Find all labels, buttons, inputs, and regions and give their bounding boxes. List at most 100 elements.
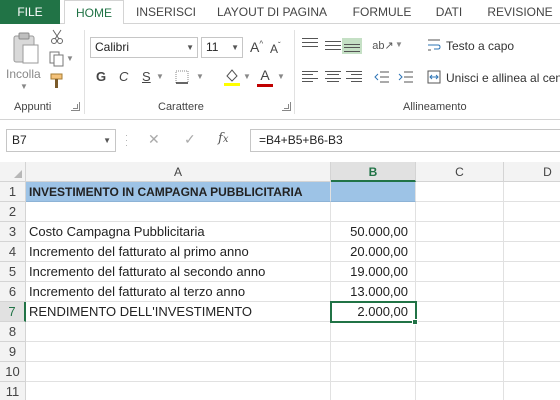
column-header-b[interactable]: B — [331, 162, 416, 182]
cell-c11[interactable] — [416, 382, 504, 400]
row-header-9[interactable]: 9 — [0, 342, 26, 362]
cell-c9[interactable] — [416, 342, 504, 362]
row-header-11[interactable]: 11 — [0, 382, 26, 400]
enter-icon[interactable]: ✓ — [184, 131, 196, 148]
cell-a11[interactable] — [26, 382, 331, 400]
underline-button[interactable]: S — [142, 69, 151, 84]
align-left-icon[interactable] — [302, 71, 318, 82]
align-center-icon[interactable] — [325, 71, 341, 82]
cell-b8[interactable] — [331, 322, 416, 342]
paste-button-label[interactable]: Incolla — [6, 67, 41, 81]
fill-color-icon[interactable] — [222, 66, 242, 88]
cell-b2[interactable] — [331, 202, 416, 222]
cell-d6[interactable] — [504, 282, 560, 302]
cell-b5[interactable]: 19.000,00 — [331, 262, 416, 282]
column-header-a[interactable]: A — [26, 162, 331, 182]
cell-b6[interactable]: 13.000,00 — [331, 282, 416, 302]
cell-c8[interactable] — [416, 322, 504, 342]
column-header-d[interactable]: D — [504, 162, 560, 182]
cell-d11[interactable] — [504, 382, 560, 400]
font-color-dropdown-icon[interactable]: ▼ — [277, 72, 285, 81]
row-header-2[interactable]: 2 — [0, 202, 26, 222]
cell-a3[interactable]: Costo Campagna Pubblicitaria — [26, 222, 331, 242]
row-header-5[interactable]: 5 — [0, 262, 26, 282]
cell-b1[interactable] — [331, 182, 416, 202]
cell-c5[interactable] — [416, 262, 504, 282]
insert-function-icon[interactable]: fx — [218, 131, 228, 146]
copy-icon[interactable] — [48, 50, 66, 68]
row-header-10[interactable]: 10 — [0, 362, 26, 382]
cell-b11[interactable] — [331, 382, 416, 400]
cell-d5[interactable] — [504, 262, 560, 282]
row-header-6[interactable]: 6 — [0, 282, 26, 302]
tab-data[interactable]: DATI — [428, 0, 470, 24]
format-painter-icon[interactable] — [48, 72, 66, 90]
font-launcher-icon[interactable] — [282, 102, 291, 111]
font-name-dropdown[interactable]: Calibri ▼ — [90, 37, 198, 58]
decrease-indent-icon[interactable] — [372, 68, 392, 86]
align-right-icon[interactable] — [346, 71, 362, 82]
cancel-icon[interactable]: ✕ — [148, 131, 160, 148]
fill-color-dropdown-icon[interactable]: ▼ — [243, 72, 251, 81]
cell-d7[interactable] — [504, 302, 560, 322]
cell-a8[interactable] — [26, 322, 331, 342]
copy-dropdown-icon[interactable]: ▼ — [66, 54, 74, 63]
cell-c2[interactable] — [416, 202, 504, 222]
borders-dropdown-icon[interactable]: ▼ — [196, 72, 204, 81]
cell-b7-active[interactable]: 2.000,00 — [330, 301, 417, 323]
cell-d8[interactable] — [504, 322, 560, 342]
cell-a10[interactable] — [26, 362, 331, 382]
tab-review[interactable]: REVISIONE — [482, 0, 558, 24]
font-color-button[interactable]: A — [255, 66, 275, 88]
row-header-4[interactable]: 4 — [0, 242, 26, 262]
borders-icon[interactable] — [170, 68, 194, 86]
cell-c6[interactable] — [416, 282, 504, 302]
column-header-c[interactable]: C — [416, 162, 504, 182]
tab-page-layout[interactable]: LAYOUT DI PAGINA — [210, 0, 334, 24]
cut-icon[interactable] — [48, 28, 66, 46]
underline-dropdown-icon[interactable]: ▼ — [156, 72, 164, 81]
paste-dropdown-icon[interactable]: ▼ — [20, 82, 28, 91]
cell-a9[interactable] — [26, 342, 331, 362]
cell-b10[interactable] — [331, 362, 416, 382]
cell-c1[interactable] — [416, 182, 504, 202]
bold-button[interactable]: G — [96, 69, 106, 84]
row-header-8[interactable]: 8 — [0, 322, 26, 342]
formula-bar-resize-handle[interactable]: · · · — [125, 131, 129, 150]
cell-d3[interactable] — [504, 222, 560, 242]
orientation-dropdown-icon[interactable]: ▼ — [395, 40, 403, 49]
merge-center-button[interactable]: Unisci e allinea al cent — [446, 71, 560, 85]
cell-a4[interactable]: Incremento del fatturato al primo anno — [26, 242, 331, 262]
name-box[interactable]: B7 ▼ — [6, 129, 116, 152]
fill-handle[interactable] — [412, 319, 418, 325]
tab-insert[interactable]: INSERISCI — [128, 0, 204, 24]
cell-d2[interactable] — [504, 202, 560, 222]
clipboard-launcher-icon[interactable] — [71, 102, 80, 111]
italic-button[interactable]: C — [119, 69, 128, 84]
font-size-dropdown[interactable]: 11 ▼ — [201, 37, 243, 58]
cell-d10[interactable] — [504, 362, 560, 382]
tab-formulas[interactable]: FORMULE — [344, 0, 420, 24]
tab-home[interactable]: HOME — [64, 0, 124, 25]
cell-c4[interactable] — [416, 242, 504, 262]
wrap-text-button[interactable]: Testo a capo — [446, 39, 514, 53]
row-header-7[interactable]: 7 — [0, 302, 26, 322]
cell-c3[interactable] — [416, 222, 504, 242]
cell-a1[interactable]: INVESTIMENTO IN CAMPAGNA PUBBLICITARIA — [26, 182, 331, 202]
cell-a5[interactable]: Incremento del fatturato al secondo anno — [26, 262, 331, 282]
formula-input[interactable]: =B4+B5+B6-B3 — [250, 129, 560, 152]
cell-d1[interactable] — [504, 182, 560, 202]
cell-a6[interactable]: Incremento del fatturato al terzo anno — [26, 282, 331, 302]
align-top-icon[interactable] — [302, 38, 318, 47]
cell-d9[interactable] — [504, 342, 560, 362]
increase-indent-icon[interactable] — [396, 68, 416, 86]
grow-font-button[interactable]: A^ — [250, 39, 263, 55]
align-bottom-icon[interactable] — [342, 38, 362, 54]
row-header-3[interactable]: 3 — [0, 222, 26, 242]
wrap-text-icon[interactable] — [426, 37, 442, 53]
cell-b3[interactable]: 50.000,00 — [331, 222, 416, 242]
shrink-font-button[interactable]: Aˇ — [270, 41, 281, 56]
cell-b4[interactable]: 20.000,00 — [331, 242, 416, 262]
merge-center-icon[interactable] — [426, 69, 442, 85]
cell-b9[interactable] — [331, 342, 416, 362]
